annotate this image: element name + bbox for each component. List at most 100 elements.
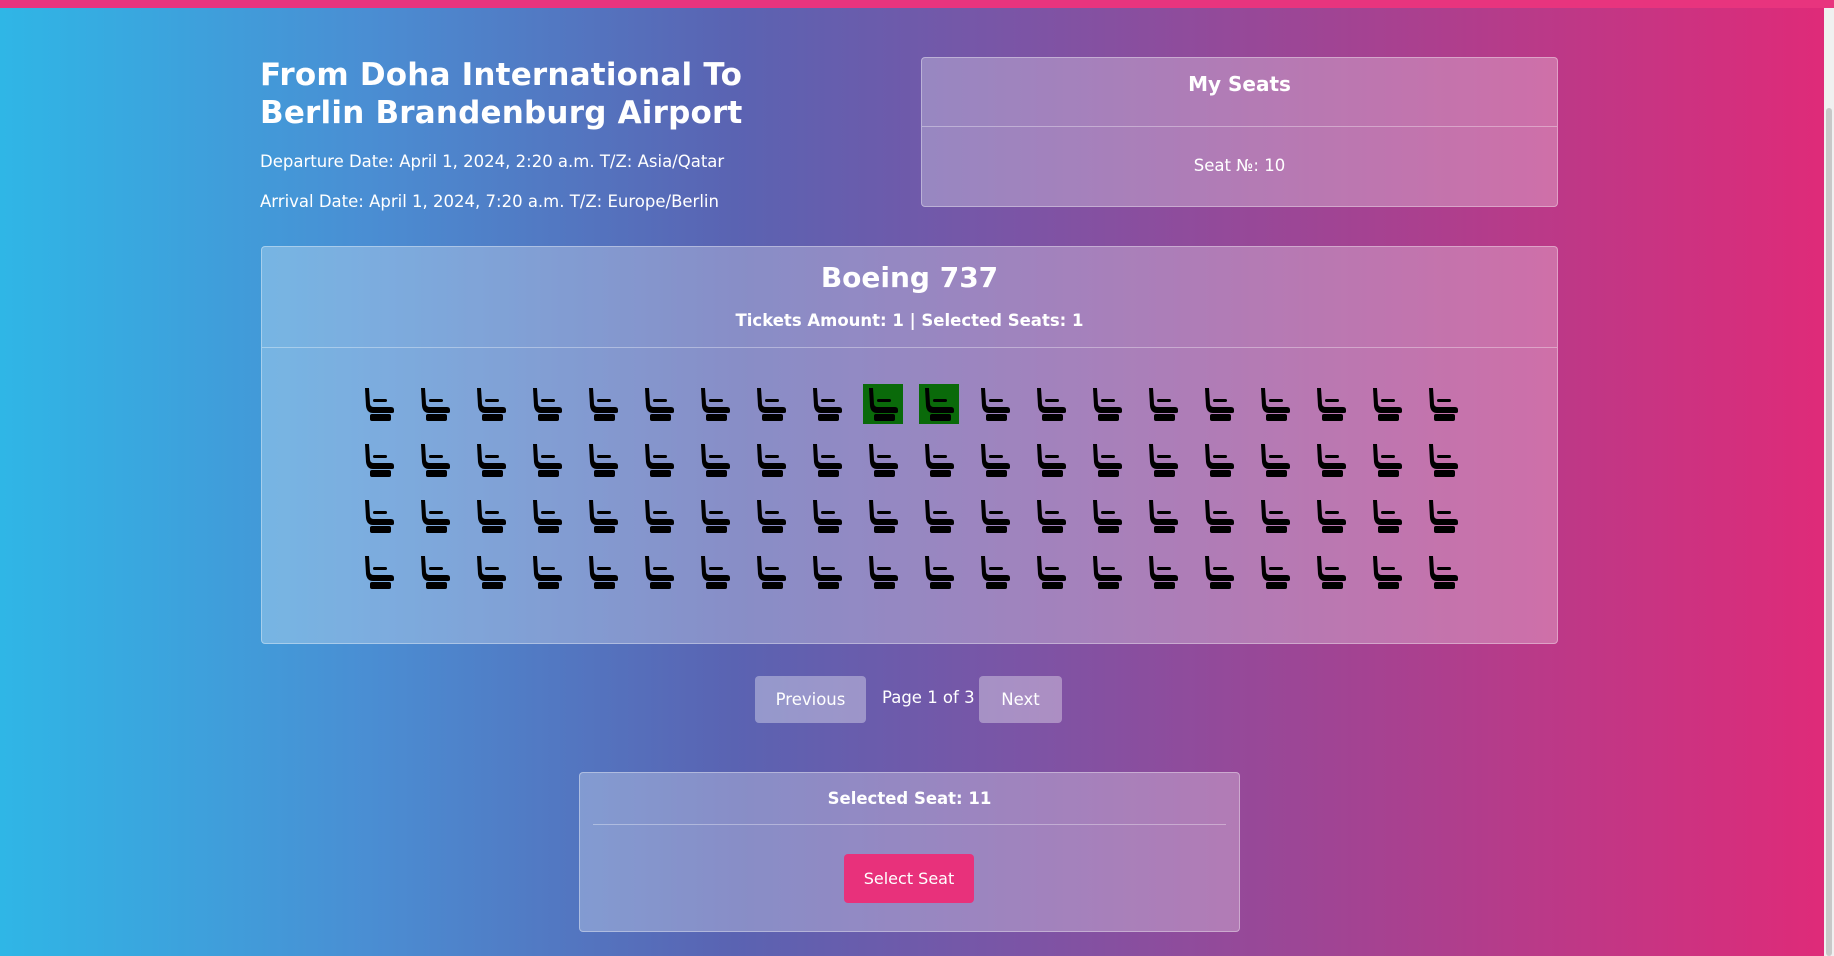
seat-78[interactable] xyxy=(1311,552,1351,592)
seat-61[interactable] xyxy=(359,552,399,592)
seat-71[interactable] xyxy=(919,552,959,592)
seat-54[interactable] xyxy=(1087,496,1127,536)
seat-19[interactable] xyxy=(1367,384,1407,424)
seat-32[interactable] xyxy=(975,440,1015,480)
seat-21[interactable] xyxy=(359,440,399,480)
seat-56[interactable] xyxy=(1199,496,1239,536)
seat-37[interactable] xyxy=(1255,440,1295,480)
seat-70[interactable] xyxy=(863,552,903,592)
seat-42[interactable] xyxy=(415,496,455,536)
seat-48[interactable] xyxy=(751,496,791,536)
seat-26[interactable] xyxy=(639,440,679,480)
seat-24[interactable] xyxy=(527,440,567,480)
seat-25[interactable] xyxy=(583,440,623,480)
airline-seat-icon xyxy=(1255,384,1295,424)
seat-22[interactable] xyxy=(415,440,455,480)
seat-18[interactable] xyxy=(1311,384,1351,424)
seat-73[interactable] xyxy=(1031,552,1071,592)
previous-page-button[interactable]: Previous xyxy=(755,676,866,723)
seat-44[interactable] xyxy=(527,496,567,536)
seat-15[interactable] xyxy=(1143,384,1183,424)
seat-53[interactable] xyxy=(1031,496,1071,536)
seat-55[interactable] xyxy=(1143,496,1183,536)
airline-seat-icon xyxy=(751,496,791,536)
seat-1[interactable] xyxy=(359,384,399,424)
airline-seat-icon xyxy=(1143,552,1183,592)
seat-41[interactable] xyxy=(359,496,399,536)
seat-28[interactable] xyxy=(751,440,791,480)
seat-57[interactable] xyxy=(1255,496,1295,536)
seat-map-panel: Boeing 737 Tickets Amount: 1 | Selected … xyxy=(261,246,1558,644)
seat-43[interactable] xyxy=(471,496,511,536)
select-seat-button[interactable]: Select Seat xyxy=(844,854,974,903)
seat-50[interactable] xyxy=(863,496,903,536)
airline-seat-icon xyxy=(1423,496,1463,536)
seat-58[interactable] xyxy=(1311,496,1351,536)
seat-17[interactable] xyxy=(1255,384,1295,424)
airline-seat-icon xyxy=(639,496,679,536)
seat-79[interactable] xyxy=(1367,552,1407,592)
seat-40[interactable] xyxy=(1423,440,1463,480)
airline-seat-icon xyxy=(751,552,791,592)
seat-27[interactable] xyxy=(695,440,735,480)
seat-2[interactable] xyxy=(415,384,455,424)
seat-52[interactable] xyxy=(975,496,1015,536)
seat-49[interactable] xyxy=(807,496,847,536)
seat-3[interactable] xyxy=(471,384,511,424)
seat-29[interactable] xyxy=(807,440,847,480)
airline-seat-icon xyxy=(1423,552,1463,592)
seat-64[interactable] xyxy=(527,552,567,592)
seat-68[interactable] xyxy=(751,552,791,592)
seat-72[interactable] xyxy=(975,552,1015,592)
seat-9[interactable] xyxy=(807,384,847,424)
seat-59[interactable] xyxy=(1367,496,1407,536)
seat-45[interactable] xyxy=(583,496,623,536)
seat-60[interactable] xyxy=(1423,496,1463,536)
seat-14[interactable] xyxy=(1087,384,1127,424)
seat-51[interactable] xyxy=(919,496,959,536)
seat-69[interactable] xyxy=(807,552,847,592)
airline-seat-icon xyxy=(1423,384,1463,424)
seat-47[interactable] xyxy=(695,496,735,536)
scrollbar-thumb[interactable] xyxy=(1826,108,1832,956)
seat-10[interactable] xyxy=(863,384,903,424)
airline-seat-icon xyxy=(471,552,511,592)
seat-7[interactable] xyxy=(695,384,735,424)
seat-30[interactable] xyxy=(863,440,903,480)
airline-seat-icon xyxy=(1311,552,1351,592)
seat-36[interactable] xyxy=(1199,440,1239,480)
seat-5[interactable] xyxy=(583,384,623,424)
seat-16[interactable] xyxy=(1199,384,1239,424)
seat-6[interactable] xyxy=(639,384,679,424)
seat-67[interactable] xyxy=(695,552,735,592)
seat-8[interactable] xyxy=(751,384,791,424)
seat-63[interactable] xyxy=(471,552,511,592)
divider xyxy=(922,126,1557,127)
seat-34[interactable] xyxy=(1087,440,1127,480)
seat-65[interactable] xyxy=(583,552,623,592)
seat-13[interactable] xyxy=(1031,384,1071,424)
seat-76[interactable] xyxy=(1199,552,1239,592)
airline-seat-icon xyxy=(1143,496,1183,536)
seat-74[interactable] xyxy=(1087,552,1127,592)
seat-11[interactable] xyxy=(919,384,959,424)
seat-62[interactable] xyxy=(415,552,455,592)
vertical-scrollbar[interactable] xyxy=(1824,8,1834,956)
seat-77[interactable] xyxy=(1255,552,1295,592)
airline-seat-icon xyxy=(583,552,623,592)
seat-80[interactable] xyxy=(1423,552,1463,592)
seat-75[interactable] xyxy=(1143,552,1183,592)
seat-4[interactable] xyxy=(527,384,567,424)
airline-seat-icon xyxy=(1255,496,1295,536)
seat-20[interactable] xyxy=(1423,384,1463,424)
seat-35[interactable] xyxy=(1143,440,1183,480)
seat-12[interactable] xyxy=(975,384,1015,424)
seat-38[interactable] xyxy=(1311,440,1351,480)
seat-46[interactable] xyxy=(639,496,679,536)
seat-23[interactable] xyxy=(471,440,511,480)
seat-66[interactable] xyxy=(639,552,679,592)
seat-39[interactable] xyxy=(1367,440,1407,480)
seat-33[interactable] xyxy=(1031,440,1071,480)
seat-31[interactable] xyxy=(919,440,959,480)
next-page-button[interactable]: Next xyxy=(979,676,1062,723)
